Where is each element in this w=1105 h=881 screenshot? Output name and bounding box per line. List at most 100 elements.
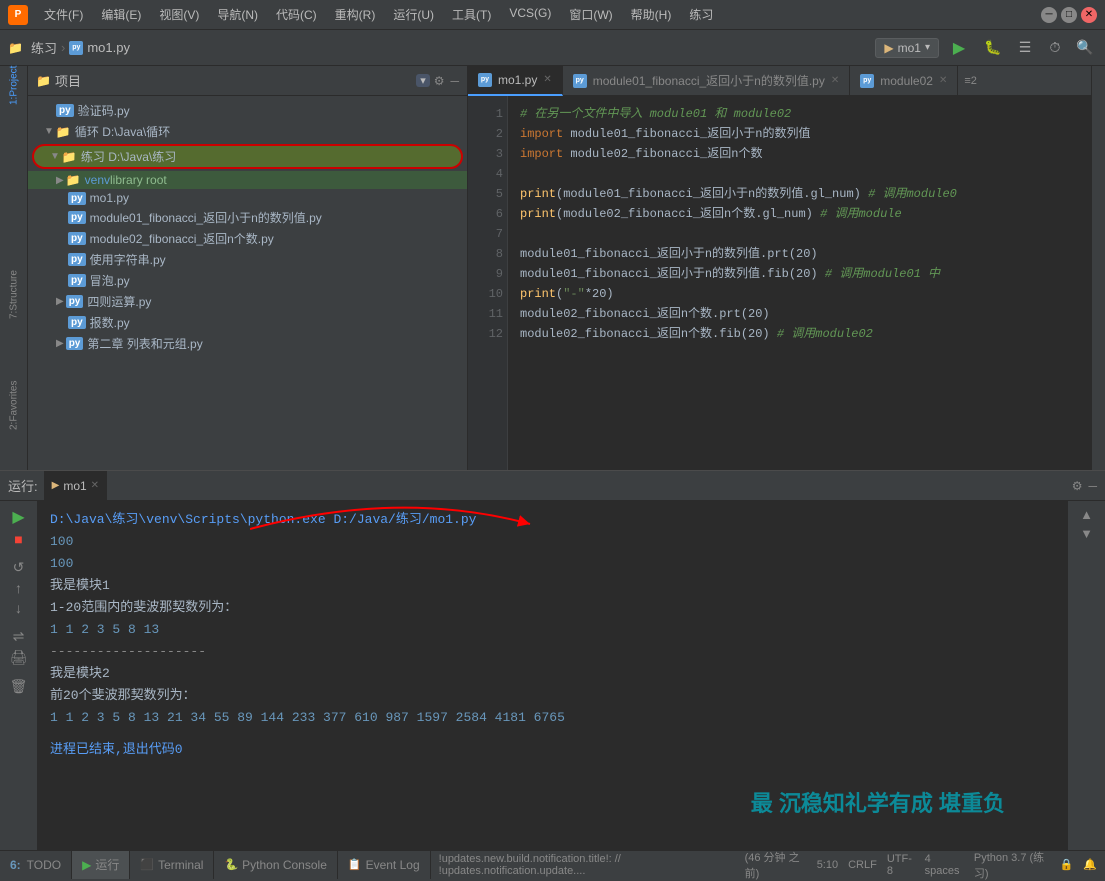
profile-button[interactable]: ⏱	[1043, 36, 1067, 60]
run-settings-icon[interactable]: ⚙	[1072, 479, 1083, 493]
event-log-label: Event Log	[366, 858, 420, 872]
menu-run[interactable]: 运行(U)	[385, 4, 442, 25]
run-tab-close[interactable]: ✕	[91, 480, 99, 491]
git-icon[interactable]: 🔒	[1060, 858, 1074, 871]
run-collapse-icon[interactable]: ─	[1088, 479, 1097, 493]
menu-practice[interactable]: 练习	[681, 4, 721, 25]
menu-bar: 文件(F) 编辑(E) 视图(V) 导航(N) 代码(C) 重构(R) 运行(U…	[36, 4, 1041, 25]
menu-help[interactable]: 帮助(H)	[623, 4, 680, 25]
line-numbers: 1234 5678 9101112	[468, 96, 508, 526]
code-line-10: print("-"*20)	[520, 284, 1079, 304]
project-tab-icon[interactable]: 1:Project	[3, 74, 25, 96]
cursor-position[interactable]: 5:10	[817, 859, 838, 871]
tab-close-icon[interactable]: ✕	[939, 75, 947, 86]
tree-item-mo1[interactable]: py mo1.py	[28, 189, 467, 207]
tree-item-module01[interactable]: py module01_fibonacci_返回小于n的数列值.py	[28, 207, 467, 228]
run-toolbar: 运行: ▶ mo1 ✕ ⚙ ─	[0, 471, 1105, 501]
maximize-button[interactable]: □	[1061, 7, 1077, 23]
search-button[interactable]: 🔍	[1073, 36, 1097, 60]
expand-icon: ▶	[56, 338, 64, 349]
minimize-button[interactable]: ─	[1041, 7, 1057, 23]
tab-close-icon[interactable]: ✕	[831, 75, 839, 86]
tree-item-venv[interactable]: ▶ 📁 venv library root	[28, 171, 467, 189]
run-next-button[interactable]: ↓	[15, 600, 22, 616]
tree-label: module01_fibonacci_返回小于n的数列值.py	[90, 209, 322, 226]
code-content[interactable]: # 在另一个文件中导入 module01 和 module02 import m…	[508, 96, 1091, 526]
menu-vcs[interactable]: VCS(G)	[501, 4, 559, 25]
run-stop-button[interactable]: ■	[14, 531, 22, 547]
python-version[interactable]: Python 3.7 (练习)	[974, 849, 1050, 881]
indent[interactable]: 4 spaces	[925, 853, 964, 877]
run-button[interactable]: ▶	[945, 36, 973, 60]
debug-button[interactable]: 🐛	[979, 36, 1007, 60]
bell-icon[interactable]: 🔔	[1083, 858, 1097, 871]
menu-nav[interactable]: 导航(N)	[209, 4, 266, 25]
run-tab[interactable]: ▶ mo1 ✕	[44, 471, 107, 501]
close-button[interactable]: ✕	[1081, 7, 1097, 23]
tree-item-count[interactable]: py 报数.py	[28, 312, 467, 333]
structure-tab-icon[interactable]: 7:Structure	[3, 284, 25, 306]
project-collapse-icon[interactable]: ─	[450, 74, 459, 88]
tree-item-module02[interactable]: py module02_fibonacci_返回n个数.py	[28, 228, 467, 249]
run-softrap-button[interactable]: ⇌	[13, 628, 25, 645]
run-scroll-down[interactable]: ▼	[1080, 526, 1093, 541]
event-log-tab[interactable]: 📋 Event Log	[338, 851, 431, 879]
run-scroll-up[interactable]: ▲	[1080, 507, 1093, 522]
tree-item-strings[interactable]: py 使用字符串.py	[28, 249, 467, 270]
favorites-tab-icon[interactable]: 2:Favorites	[3, 394, 25, 416]
project-dropdown[interactable]: ▾	[416, 74, 430, 87]
tree-item-practice-folder[interactable]: ▼ 📁 练习 D:\Java\练习	[32, 144, 463, 169]
tree-item-arithmetic[interactable]: ▶ py 四则运算.py	[28, 291, 467, 312]
notification-text[interactable]: !updates.new.build.notification.title!: …	[439, 853, 735, 877]
menu-edit[interactable]: 编辑(E)	[93, 4, 149, 25]
tree-item-bubble[interactable]: py 冒泡.py	[28, 270, 467, 291]
encoding[interactable]: UTF-8	[887, 853, 915, 877]
todo-label: TODO	[27, 858, 61, 872]
code-line-2: import module01_fibonacci_返回小于n的数列值	[520, 124, 1079, 144]
run-command-path[interactable]: D:\Java\练习\venv\Scripts\python.exe D:/Ja…	[50, 512, 476, 527]
python-console-tab[interactable]: 🐍 Python Console	[214, 851, 337, 879]
line-ending[interactable]: CRLF	[848, 859, 877, 871]
run-prev-button[interactable]: ↑	[15, 580, 22, 596]
tree-label: venv	[85, 173, 110, 187]
run-exit-text: 进程已结束,退出代码0	[50, 742, 183, 757]
menu-refactor[interactable]: 重构(R)	[327, 4, 384, 25]
tree-item-chapter2[interactable]: ▶ py 第二章 列表和元组.py	[28, 333, 467, 354]
venv-folder-icon: 📁	[66, 173, 81, 187]
run-bottom-tab[interactable]: ▶ 运行	[72, 851, 130, 879]
menu-window[interactable]: 窗口(W)	[561, 4, 620, 25]
coverage-button[interactable]: ☰	[1013, 36, 1037, 60]
menu-tools[interactable]: 工具(T)	[444, 4, 499, 25]
status-bar: 6: TODO ▶ 运行 ⬛ Terminal 🐍 Python Console…	[0, 850, 1105, 878]
tab-label: module02	[880, 74, 933, 88]
project-tree: py 验证码.py ▼ 📁 循环 D:\Java\循环 ▼ 📁 练习 D:\Ja…	[28, 96, 467, 486]
tree-item-verify[interactable]: py 验证码.py	[28, 100, 467, 121]
terminal-tab[interactable]: ⬛ Terminal	[130, 851, 214, 879]
run-output-100-2: 100	[50, 553, 1055, 575]
more-tabs[interactable]: ≡2	[958, 75, 983, 87]
menu-code[interactable]: 代码(C)	[268, 4, 325, 25]
tab-module01[interactable]: py module01_fibonacci_返回小于n的数列值.py ✕	[563, 66, 851, 96]
project-settings-icon[interactable]: ⚙	[434, 74, 445, 88]
run-output-100-1: 100	[50, 531, 1055, 553]
run-config-selector[interactable]: ▶ mo1 ▾	[875, 38, 939, 58]
tab-mo1[interactable]: py mo1.py ✕	[468, 66, 563, 96]
project-folder-icon: 📁	[36, 74, 51, 88]
todo-tab[interactable]: 6: TODO	[0, 851, 72, 879]
run-print-button[interactable]: 🖨	[10, 649, 28, 666]
tab-close-icon[interactable]: ✕	[543, 74, 551, 85]
tree-label: 练习 D:\Java\练习	[81, 148, 176, 165]
run-clear-button[interactable]: 🗑	[10, 678, 28, 695]
menu-file[interactable]: 文件(F)	[36, 4, 91, 25]
toolbar: 📁 练习 › py mo1.py ▶ mo1 ▾ ▶ 🐛 ☰ ⏱ 🔍	[0, 30, 1105, 66]
tree-item-loop-folder[interactable]: ▼ 📁 循环 D:\Java\循环	[28, 121, 467, 142]
tab-file-icon: py	[573, 74, 587, 88]
run-rerun-button[interactable]: ↺	[13, 559, 25, 576]
code-line-5: print(module01_fibonacci_返回小于n的数列值.gl_nu…	[520, 184, 1079, 204]
run-output[interactable]: D:\Java\练习\venv\Scripts\python.exe D:/Ja…	[38, 501, 1067, 850]
folder-icon: 📁	[56, 125, 71, 139]
editor-area: py mo1.py ✕ py module01_fibonacci_返回小于n的…	[468, 66, 1091, 526]
menu-view[interactable]: 视图(V)	[151, 4, 207, 25]
tab-module02[interactable]: py module02 ✕	[850, 66, 958, 96]
run-play-button[interactable]: ▶	[12, 507, 24, 527]
